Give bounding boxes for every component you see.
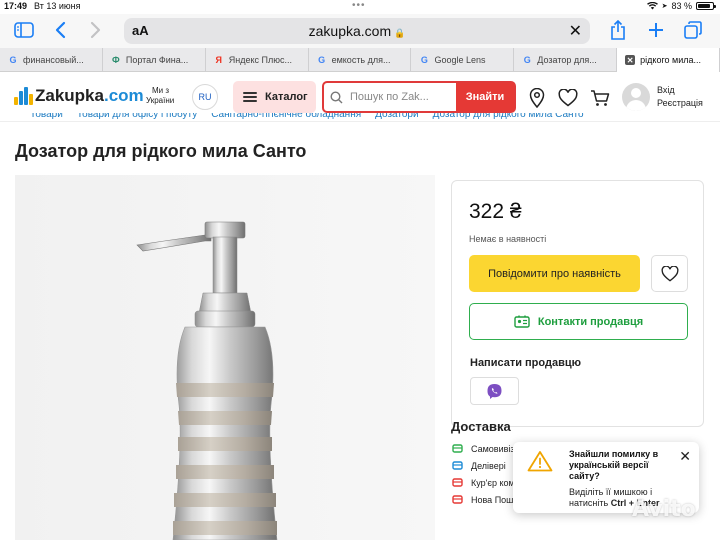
url-text: zakupka.com	[308, 23, 392, 39]
login-label: Вхід	[657, 85, 675, 95]
yandex-icon: Я	[215, 55, 222, 65]
google-icon: G	[523, 55, 531, 65]
cart-icon[interactable]	[589, 87, 611, 109]
catalog-label: Каталог	[265, 91, 308, 103]
browser-tabs: Gфинансовый... Ф Портал Фина... Я Яндекс Плю…	[0, 48, 720, 72]
breadcrumb-item[interactable]: Товари для офісу і побуту	[77, 113, 197, 120]
google-icon: G	[318, 55, 326, 65]
delivery-method-icon	[451, 477, 463, 489]
breadcrumb-item[interactable]: Дозатор для рідкого мила Санто	[433, 113, 584, 120]
tab-overview-icon[interactable]	[684, 19, 702, 41]
back-icon[interactable]	[54, 19, 66, 41]
stock-status: Немає в наявності	[469, 234, 547, 244]
logo-suffix: .com	[103, 86, 144, 105]
google-icon: G	[420, 55, 428, 65]
portal-icon: Ф	[112, 55, 120, 65]
browser-tab-label: Google Lens	[434, 55, 486, 65]
close-icon[interactable]: ✕	[625, 55, 636, 65]
browser-tab-label: Портал Фина...	[125, 55, 189, 65]
browser-tab-label: Яндекс Плюс...	[228, 55, 292, 65]
battery-icon	[696, 2, 716, 10]
write-seller-label: Написати продавцю	[470, 357, 581, 369]
browser-tab[interactable]: Я Яндекс Плюс...	[206, 48, 309, 72]
tagline: Ми з України	[146, 86, 174, 106]
status-bar: 17:49 Вт 13 июня ••• ➤ 83 %	[0, 0, 720, 13]
delivery-method-icon	[451, 460, 463, 472]
popup-title: Знайшли помилку в українській версії сай…	[569, 449, 659, 481]
delivery-label: Делівері	[471, 460, 506, 471]
viber-icon	[487, 383, 502, 399]
favorites-heart-icon[interactable]	[557, 87, 579, 109]
multitasking-dots-icon[interactable]: •••	[352, 0, 366, 11]
sidebar-icon[interactable]	[14, 19, 34, 41]
lock-icon: 🔒	[394, 28, 406, 38]
location-pin-icon[interactable]	[526, 87, 548, 109]
tagline-line-2: України	[146, 96, 175, 105]
warning-icon	[527, 450, 553, 477]
breadcrumb-item[interactable]: Товари	[30, 113, 63, 120]
share-icon[interactable]	[610, 19, 626, 41]
close-icon[interactable]: ✕	[569, 21, 582, 41]
search-icon	[324, 90, 348, 104]
search-button[interactable]: Знайти	[456, 83, 514, 111]
browser-tab-label: финансовый...	[23, 55, 84, 65]
new-tab-icon[interactable]	[648, 19, 664, 41]
search-input[interactable]: Пошук по Zak...	[348, 91, 456, 103]
catalog-button[interactable]: Каталог	[233, 81, 316, 113]
browser-tab[interactable]: ✕ рідкого мила...	[617, 48, 720, 72]
logo-text: Zakupka	[35, 86, 104, 105]
language-switch-button[interactable]: RU	[192, 84, 218, 110]
delivery-title: Доставка	[451, 419, 511, 434]
price-card: 322 ₴ Немає в наявності Повідомити про н…	[451, 180, 704, 427]
tagline-line-1: Ми з	[152, 86, 170, 95]
avito-watermark: Avito	[632, 497, 696, 522]
browser-tab[interactable]: Gфинансовый...	[0, 48, 103, 72]
browser-toolbar: aA zakupka.com 🔒 ✕	[0, 14, 720, 48]
wifi-icon	[646, 2, 658, 10]
product-image[interactable]	[15, 175, 435, 540]
contact-card-icon	[514, 315, 530, 328]
breadcrumb: Товари Товари для офісу і побуту Санітарно…	[30, 113, 598, 122]
address-bar[interactable]: aA zakupka.com 🔒 ✕	[124, 18, 590, 44]
browser-tab[interactable]: Ф Портал Фина...	[103, 48, 206, 72]
status-date: Вт 13 июня	[34, 1, 81, 11]
google-icon: G	[9, 55, 17, 65]
logo-mark-icon	[14, 87, 33, 105]
location-icon: ➤	[661, 3, 668, 10]
browser-tab-label: емкость для...	[331, 55, 391, 65]
browser-tab[interactable]: Gемкость для...	[309, 48, 412, 72]
popup-text-line-2: натисніть	[569, 498, 609, 508]
viber-button[interactable]	[470, 377, 519, 405]
soap-dispenser-image	[15, 175, 435, 540]
heart-icon	[661, 265, 678, 282]
product-price: 322 ₴	[469, 200, 522, 223]
search-form: Пошук по Zak... Знайти	[322, 81, 516, 113]
page-title: Дозатор для рідкого мила Санто	[15, 141, 307, 161]
browser-tab[interactable]: G Google Lens	[411, 48, 515, 72]
popup-close-icon[interactable]: ✕	[679, 448, 691, 465]
browser-tab-label: рідкого мила...	[640, 55, 702, 65]
site-logo[interactable]: Zakupka.com	[14, 86, 144, 106]
breadcrumb-item[interactable]: Дозатори	[375, 113, 418, 120]
status-time: 17:49	[4, 1, 28, 11]
forward-icon[interactable]	[90, 19, 102, 41]
seller-contacts-label: Контакти продавця	[537, 315, 644, 328]
battery-percent: 83 %	[671, 1, 692, 11]
delivery-label: Самовивіз	[471, 443, 515, 454]
register-label: Реєстрація	[657, 98, 703, 108]
url-display[interactable]: zakupka.com 🔒	[124, 23, 590, 39]
avatar[interactable]	[622, 83, 650, 111]
notify-availability-button[interactable]: Повідомити про наявність	[469, 255, 640, 292]
menu-icon	[243, 92, 257, 102]
add-to-favorites-button[interactable]	[651, 255, 688, 292]
seller-contacts-button[interactable]: Контакти продавця	[469, 303, 688, 340]
breadcrumb-item[interactable]: Санітарно-гігієнічне обладнання	[211, 113, 361, 120]
browser-tab[interactable]: G Дозатор для...	[514, 48, 618, 72]
browser-tab-label: Дозатор для...	[537, 55, 597, 65]
login-link[interactable]: Вхід Реєстрація	[657, 84, 703, 110]
delivery-method-icon	[451, 494, 463, 506]
delivery-method-icon	[451, 443, 463, 455]
